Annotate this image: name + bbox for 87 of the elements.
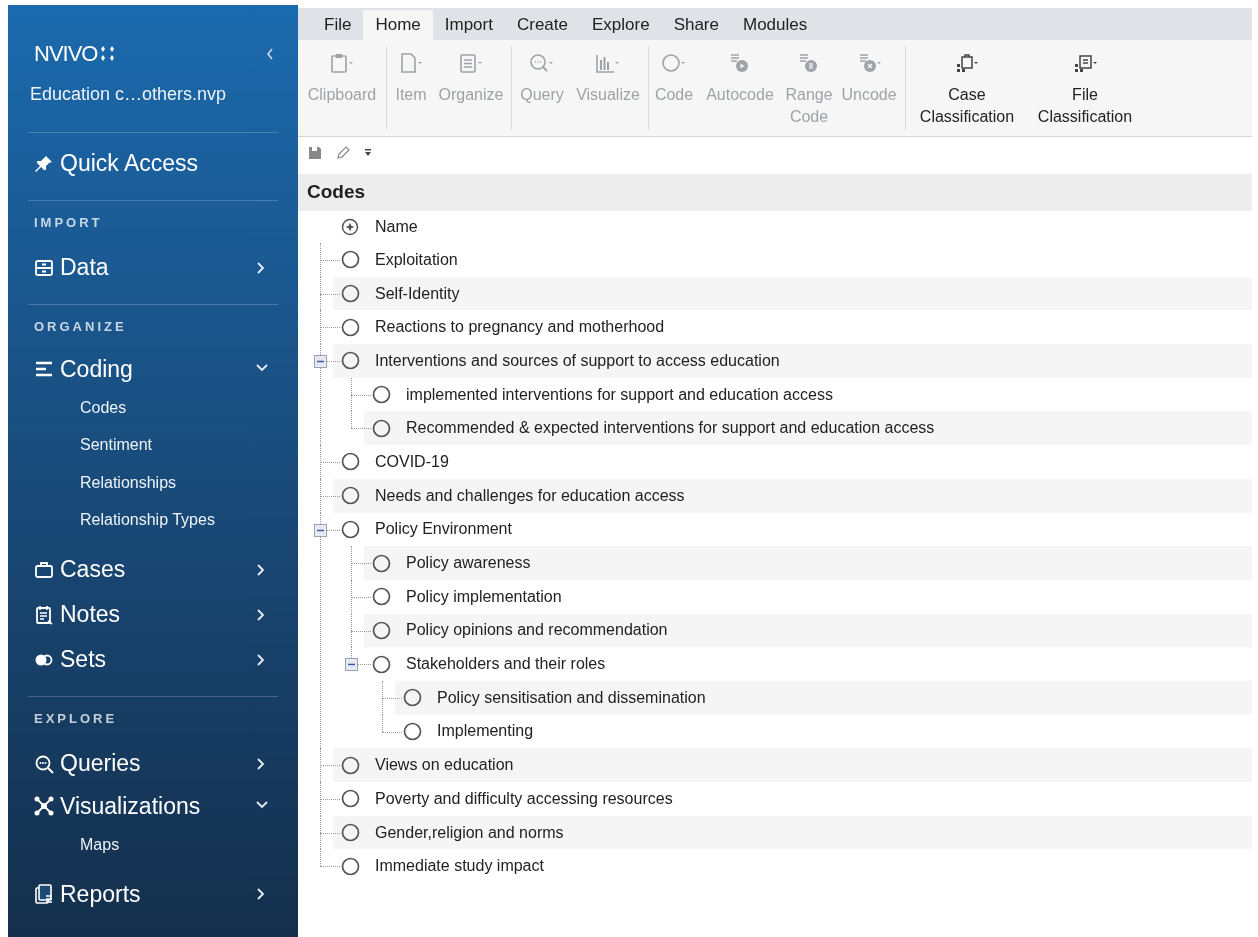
- pencil-icon[interactable]: [336, 146, 350, 160]
- panel-title: Codes: [298, 174, 1252, 211]
- logo-text: NVIVO: [34, 40, 98, 68]
- collapse-button[interactable]: [314, 523, 327, 537]
- collapse-button[interactable]: [314, 355, 327, 369]
- circle-icon: [341, 250, 360, 270]
- code-name[interactable]: Views on education: [375, 753, 514, 778]
- nav-subitem[interactable]: Sentiment: [28, 426, 278, 464]
- code-name[interactable]: Policy implementation: [406, 584, 562, 609]
- circle-icon: [341, 486, 360, 506]
- ribbon-tab[interactable]: Modules: [731, 10, 820, 40]
- ribbon-button[interactable]: File Classification: [1026, 46, 1144, 130]
- circle-icon: [341, 519, 360, 539]
- nav-item[interactable]: Visualizations: [28, 786, 278, 826]
- circle-icon: [372, 587, 391, 607]
- collapse-icon[interactable]: [266, 47, 274, 60]
- network-icon: [34, 796, 54, 816]
- ribbon-button[interactable]: Case Classification: [908, 46, 1026, 130]
- notepad-icon: [34, 604, 54, 625]
- code-name[interactable]: implemented interventions for support and education access: [406, 382, 833, 407]
- circle-icon: [372, 654, 391, 674]
- nav-item[interactable]: Data: [28, 245, 278, 290]
- nav-item[interactable]: Sets: [28, 637, 278, 682]
- dropdown-icon[interactable]: [364, 148, 372, 158]
- circle-icon: [341, 755, 360, 775]
- code-name[interactable]: Implementing: [437, 719, 534, 744]
- code-name[interactable]: Stakeholders and their roles: [406, 652, 606, 677]
- circle-icon: [372, 553, 391, 573]
- circle-icon: [341, 789, 360, 809]
- circle-icon: [372, 620, 391, 640]
- ribbon-tab[interactable]: Share: [661, 10, 731, 40]
- nav-item[interactable]: Cases: [28, 547, 278, 592]
- ribbon-tab[interactable]: Home: [363, 10, 433, 40]
- code-name[interactable]: Gender,religion and norms: [375, 820, 564, 845]
- circle-icon: [341, 317, 360, 337]
- nav-item[interactable]: Reports: [28, 871, 278, 917]
- search-icon: [34, 753, 54, 774]
- code-name[interactable]: Policy Environment: [375, 517, 512, 542]
- code-name[interactable]: Policy awareness: [406, 551, 531, 576]
- code-name[interactable]: Self-Identity: [375, 281, 460, 306]
- circle-icon: [341, 856, 360, 876]
- circle-icon: [403, 721, 422, 741]
- nav-subitem[interactable]: Relationship Types: [28, 501, 278, 539]
- pin-icon: [34, 153, 54, 174]
- ribbon-tab[interactable]: File: [312, 10, 364, 40]
- code-name[interactable]: COVID-19: [375, 449, 449, 474]
- section-header: EXPLORE: [33, 710, 119, 729]
- code-name[interactable]: Reactions to pregnancy and motherhood: [375, 315, 665, 340]
- circle-icon: [341, 351, 360, 371]
- ribbon-tab[interactable]: Create: [504, 10, 580, 40]
- column-header[interactable]: Name: [375, 215, 418, 239]
- circle-icon: [341, 452, 360, 472]
- nav-item[interactable]: Queries: [28, 741, 278, 786]
- lines-icon: [34, 359, 54, 379]
- nav-subitem[interactable]: Maps: [28, 826, 278, 864]
- nav-item[interactable]: Notes: [28, 592, 278, 637]
- add-circle-icon[interactable]: [341, 218, 359, 236]
- code-name[interactable]: Poverty and difficulty accessing resources: [375, 786, 673, 811]
- bar-chart-icon: [595, 52, 621, 74]
- ribbon-tab[interactable]: Import: [432, 10, 505, 40]
- classification-icon: [954, 52, 980, 74]
- circle-icon: [372, 418, 391, 438]
- section-header: ORGANIZE: [33, 318, 128, 337]
- code-name[interactable]: Exploitation: [375, 247, 458, 272]
- nav-subitem[interactable]: Codes: [28, 389, 278, 427]
- circle-icon: [341, 823, 360, 843]
- clipboard-icon: [329, 52, 355, 74]
- documents-icon: [34, 884, 54, 904]
- classification-icon: [1072, 52, 1098, 74]
- nav-subitem[interactable]: Relationships: [28, 464, 278, 502]
- briefcase-icon: [34, 559, 54, 580]
- collapse-button[interactable]: [345, 658, 358, 672]
- drawer-icon: [34, 257, 54, 278]
- project-name: Education c…others.nvp: [29, 83, 228, 106]
- list-icon: [458, 52, 484, 74]
- circle-icon: [661, 52, 687, 74]
- search-icon: [529, 52, 555, 74]
- nav-item[interactable]: Coding: [28, 349, 278, 389]
- ribbon-tab[interactable]: Explore: [580, 10, 662, 40]
- document-icon: [398, 52, 424, 74]
- circle-icon: [372, 385, 391, 405]
- nav-item[interactable]: Quick Access: [28, 141, 278, 186]
- code-name[interactable]: Immediate study impact: [375, 854, 544, 879]
- circle-icon: [341, 284, 360, 304]
- save-icon[interactable]: [308, 146, 322, 160]
- section-header: IMPORT: [33, 214, 104, 233]
- circle-icon: [403, 688, 422, 708]
